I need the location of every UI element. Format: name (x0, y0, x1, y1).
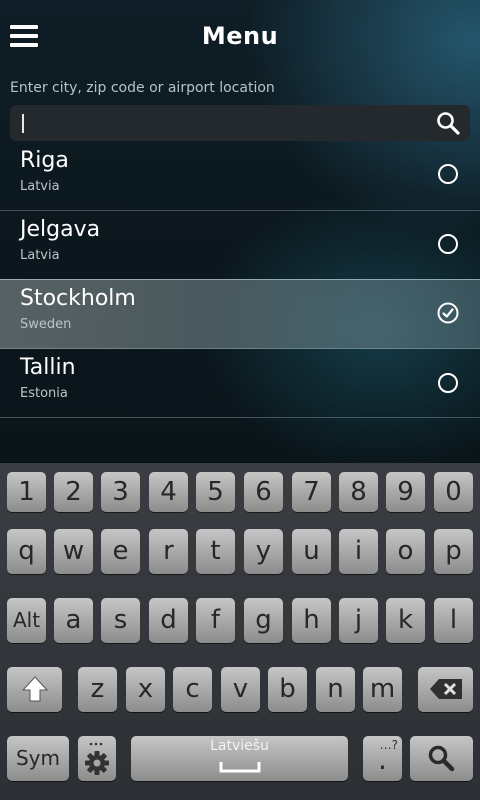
on-screen-keyboard: 1 2 3 4 5 6 7 8 9 0 q w e r t y u i o p … (0, 463, 480, 800)
key-i[interactable]: i (339, 529, 378, 574)
period-key-label: . (378, 743, 387, 776)
backspace-key[interactable] (418, 667, 473, 712)
app-screen: Menu Enter city, zip code or airport loc… (0, 0, 480, 463)
country-name: Sweden (20, 317, 72, 332)
key-o[interactable]: o (386, 529, 425, 574)
gear-icon (85, 742, 109, 775)
key-u[interactable]: u (292, 529, 331, 574)
key-9[interactable]: 9 (386, 472, 425, 512)
key-v[interactable]: v (221, 667, 260, 712)
country-name: Latvia (20, 179, 60, 194)
period-key[interactable]: …? . (363, 736, 402, 781)
key-y[interactable]: y (244, 529, 283, 574)
key-g[interactable]: g (244, 598, 283, 643)
search-label: Enter city, zip code or airport location (10, 80, 275, 96)
location-row-stockholm[interactable]: Stockholm Sweden (0, 279, 480, 349)
city-name: Stockholm (20, 286, 136, 311)
key-2[interactable]: 2 (54, 472, 93, 512)
shift-arrow-icon (21, 676, 49, 702)
backspace-icon (430, 679, 462, 699)
search-icon[interactable] (436, 111, 460, 135)
key-d[interactable]: d (149, 598, 188, 643)
key-5[interactable]: 5 (196, 472, 235, 512)
key-0[interactable]: 0 (434, 472, 473, 512)
key-1[interactable]: 1 (7, 472, 46, 512)
key-p[interactable]: p (434, 529, 473, 574)
key-n[interactable]: n (316, 667, 355, 712)
location-row-jelgava[interactable]: Jelgava Latvia (0, 211, 480, 280)
key-r[interactable]: r (149, 529, 188, 574)
city-name: Jelgava (20, 217, 101, 242)
key-3[interactable]: 3 (101, 472, 140, 512)
key-k[interactable]: k (386, 598, 425, 643)
key-6[interactable]: 6 (244, 472, 283, 512)
search-key[interactable] (410, 736, 473, 781)
key-z[interactable]: z (78, 667, 117, 712)
radio-unselected-icon[interactable] (438, 164, 458, 184)
key-m[interactable]: m (363, 667, 402, 712)
key-a[interactable]: a (54, 598, 93, 643)
key-4[interactable]: 4 (149, 472, 188, 512)
radio-unselected-icon[interactable] (438, 373, 458, 393)
header: Menu (0, 0, 480, 72)
sym-key[interactable]: Sym (7, 736, 69, 781)
key-h[interactable]: h (292, 598, 331, 643)
space-key[interactable]: Latviešu (131, 736, 348, 781)
key-f[interactable]: f (196, 598, 235, 643)
space-bar-icon (219, 762, 261, 773)
key-8[interactable]: 8 (339, 472, 378, 512)
keyboard-language-label: Latviešu (210, 738, 269, 754)
key-x[interactable]: x (126, 667, 165, 712)
location-row-riga[interactable]: Riga Latvia (0, 142, 480, 211)
city-name: Riga (20, 148, 69, 173)
key-q[interactable]: q (7, 529, 46, 574)
radio-unselected-icon[interactable] (438, 234, 458, 254)
key-s[interactable]: s (101, 598, 140, 643)
settings-key[interactable] (78, 736, 116, 781)
shift-key[interactable] (7, 667, 62, 712)
key-t[interactable]: t (196, 529, 235, 574)
search-icon (428, 745, 455, 772)
search-input[interactable] (10, 105, 470, 141)
country-name: Latvia (20, 248, 60, 263)
alt-key[interactable]: Alt (7, 598, 46, 643)
city-name: Tallin (20, 355, 76, 380)
text-caret (22, 114, 24, 133)
location-row-tallin[interactable]: Tallin Estonia (0, 349, 480, 418)
key-w[interactable]: w (54, 529, 93, 574)
key-j[interactable]: j (339, 598, 378, 643)
key-b[interactable]: b (268, 667, 307, 712)
key-e[interactable]: e (101, 529, 140, 574)
radio-checked-icon[interactable] (437, 302, 459, 324)
country-name: Estonia (20, 386, 68, 401)
key-c[interactable]: c (173, 667, 212, 712)
key-7[interactable]: 7 (292, 472, 331, 512)
page-title: Menu (201, 22, 279, 50)
key-l[interactable]: l (434, 598, 473, 643)
